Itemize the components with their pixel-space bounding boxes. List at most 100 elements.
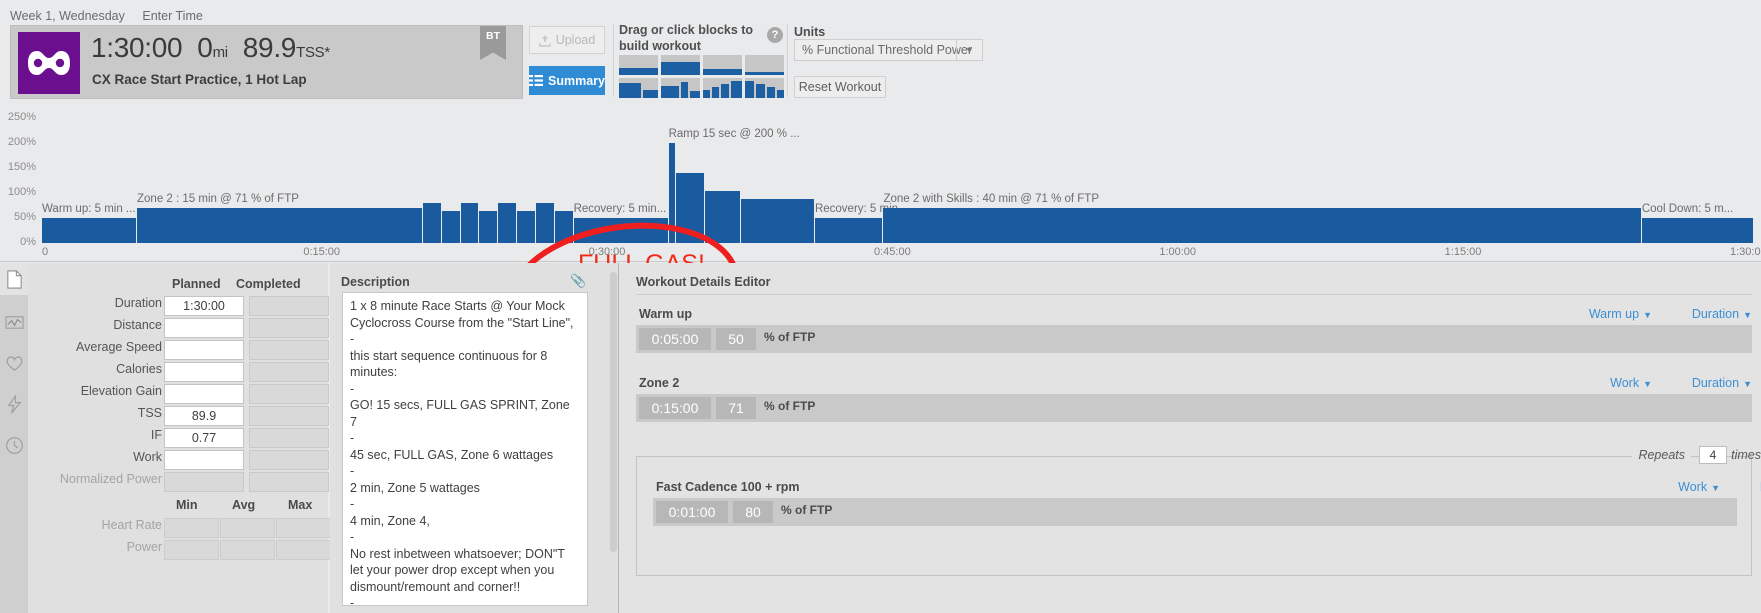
metric-planned-input[interactable] <box>164 450 244 470</box>
chart-plot-area[interactable]: Warm up: 5 min ... Zone 2 : 15 min @ 71 %… <box>42 106 1754 243</box>
repeats-count-input[interactable]: 4 <box>1699 446 1727 464</box>
metric-row: IF0.77IF <box>28 428 350 449</box>
chart-y-tick: 100% <box>7 186 36 199</box>
segment-name: Warm up <box>639 307 693 321</box>
units-select[interactable]: % Functional Threshold Power ▼ <box>794 39 983 61</box>
repeat-group: Repeats 4 times Fast Cadence 100 + rpm W… <box>636 446 1761 576</box>
segment-bar[interactable]: 0:15:00 71 % of FTP <box>636 394 1752 422</box>
chart-bar[interactable] <box>137 207 423 243</box>
palette-block[interactable] <box>619 78 658 98</box>
segment-duration-input[interactable]: 0:01:00 <box>656 501 728 523</box>
chart-bar[interactable] <box>460 203 480 243</box>
workout-chart[interactable]: 0% 50% 100% 150% 200% 250% Warm up: 5 min ...… <box>0 106 1761 372</box>
breadcrumb-enter-time[interactable]: Enter Time <box>142 9 202 23</box>
palette-block[interactable] <box>745 78 784 98</box>
toolbar-divider-2 <box>787 24 788 97</box>
chevron-down-icon: ▼ <box>1643 379 1652 389</box>
metric-completed-input <box>249 318 329 338</box>
segment-mode-dropdown[interactable]: Duration▼ <box>1692 307 1752 321</box>
chart-bar[interactable] <box>479 210 499 243</box>
upload-button[interactable]: Upload <box>529 26 605 54</box>
editor-title: Workout Details Editor <box>636 275 771 289</box>
minavgmax-header: Max <box>288 498 313 512</box>
metric-label: Work <box>133 450 162 464</box>
metric-label: Elevation Gain <box>80 384 162 398</box>
chart-bar[interactable] <box>705 190 742 243</box>
segment-duration-input[interactable]: 0:15:00 <box>639 397 711 419</box>
minavgmax-header: Avg <box>232 498 256 512</box>
reset-workout-button[interactable]: Reset Workout <box>794 76 886 98</box>
attachment-icon[interactable]: 📎 <box>570 273 586 289</box>
document-icon[interactable] <box>5 270 24 289</box>
chart-icon[interactable] <box>5 313 24 332</box>
metric-planned-input[interactable] <box>164 318 244 338</box>
block-palette[interactable] <box>619 55 787 98</box>
segment-value-input[interactable]: 80 <box>733 501 773 523</box>
metric-label: Normalized Power <box>59 472 162 486</box>
bike-icon <box>18 32 80 94</box>
metric-planned-input <box>164 472 244 492</box>
chart-bar[interactable] <box>1641 218 1754 243</box>
segment-type-dropdown[interactable]: Warm up ▼ <box>1589 307 1652 321</box>
chart-x-tick: 1:15:00 <box>1444 246 1482 258</box>
clock-icon[interactable] <box>5 436 24 455</box>
help-icon[interactable]: ? <box>767 27 783 43</box>
chart-bar[interactable] <box>422 203 442 243</box>
chart-bar[interactable] <box>441 210 461 243</box>
segment-bar[interactable]: 0:01:00 80 % of FTP <box>653 498 1737 526</box>
metric-planned-input[interactable] <box>164 340 244 360</box>
drag-hint-text: Drag or click blocks to build workout <box>619 23 754 53</box>
units-value: % Functional Threshold Power <box>802 43 972 57</box>
segment-value-input[interactable]: 71 <box>716 397 756 419</box>
chart-bar[interactable] <box>535 203 555 243</box>
metric-planned-input[interactable] <box>164 384 244 404</box>
workout-tss: 89.9 <box>242 32 297 63</box>
metric-planned-input[interactable]: 0.77 <box>164 428 244 448</box>
segment-bar[interactable]: 0:05:00 50 % of FTP <box>636 325 1752 353</box>
units-label: Units <box>794 25 826 39</box>
palette-block[interactable] <box>661 55 700 75</box>
description-scrollbar[interactable] <box>610 272 617 552</box>
palette-block[interactable] <box>661 78 700 98</box>
breadcrumb-week: Week 1, Wednesday <box>10 9 125 23</box>
upload-label: Upload <box>555 33 596 47</box>
chevron-down-icon[interactable]: ▼ <box>956 40 982 60</box>
metric-label: Calories <box>116 362 162 376</box>
palette-block[interactable] <box>619 55 658 75</box>
chart-bar-label: Zone 2 : 15 min @ 71 % of FTP <box>137 192 299 205</box>
metric-label: Duration <box>114 296 162 310</box>
chart-bar[interactable] <box>883 207 1642 243</box>
lightning-icon[interactable] <box>5 395 24 414</box>
chart-bar[interactable] <box>498 203 518 243</box>
segment-type-dropdown[interactable]: Work ▼ <box>1678 480 1720 494</box>
segment-value-input[interactable]: 50 <box>716 328 756 350</box>
segment-type-dropdown[interactable]: Work ▼ <box>1610 376 1652 390</box>
chart-bar[interactable] <box>42 218 138 243</box>
chevron-down-icon: ▼ <box>1711 483 1720 493</box>
chart-bar[interactable] <box>517 210 536 243</box>
metric-completed-input <box>249 428 329 448</box>
workout-details-editor: Workout Details Editor Warm up Warm up ▼ … <box>618 263 1761 613</box>
segment-duration-input[interactable]: 0:05:00 <box>639 328 711 350</box>
chart-bar-label: Ramp 15 sec @ 200 % ... <box>668 128 800 141</box>
description-textarea[interactable]: 1 x 8 minute Race Starts @ Your Mock Cyc… <box>342 292 588 606</box>
palette-block[interactable] <box>703 78 742 98</box>
summary-label: Summary <box>548 73 605 88</box>
palette-block[interactable] <box>703 55 742 75</box>
segment-mode-dropdown[interactable]: Duration▼ <box>1692 376 1752 390</box>
left-icon-rail[interactable] <box>0 263 28 613</box>
workout-distance-unit: mi <box>212 44 229 61</box>
summary-button[interactable]: Summary <box>529 66 605 95</box>
metric-planned-input[interactable]: 1:30:00 <box>164 296 244 316</box>
description-heading: Description <box>341 275 410 289</box>
chart-bar[interactable] <box>814 218 884 243</box>
heart-icon[interactable] <box>5 354 24 373</box>
workout-summary-card[interactable]: 1:30:00 0mi 89.9TSS* CX Race Start Pract… <box>10 25 523 99</box>
metric-planned-input[interactable]: 89.9 <box>164 406 244 426</box>
palette-block[interactable] <box>745 55 784 75</box>
chart-bar[interactable] <box>741 199 815 243</box>
reset-workout-label: Reset Workout <box>798 80 882 94</box>
metrics-form-panel: Planned Completed Duration1:30:00h:m:sDi… <box>28 263 377 613</box>
metric-completed-input <box>249 296 329 316</box>
metric-planned-input[interactable] <box>164 362 244 382</box>
